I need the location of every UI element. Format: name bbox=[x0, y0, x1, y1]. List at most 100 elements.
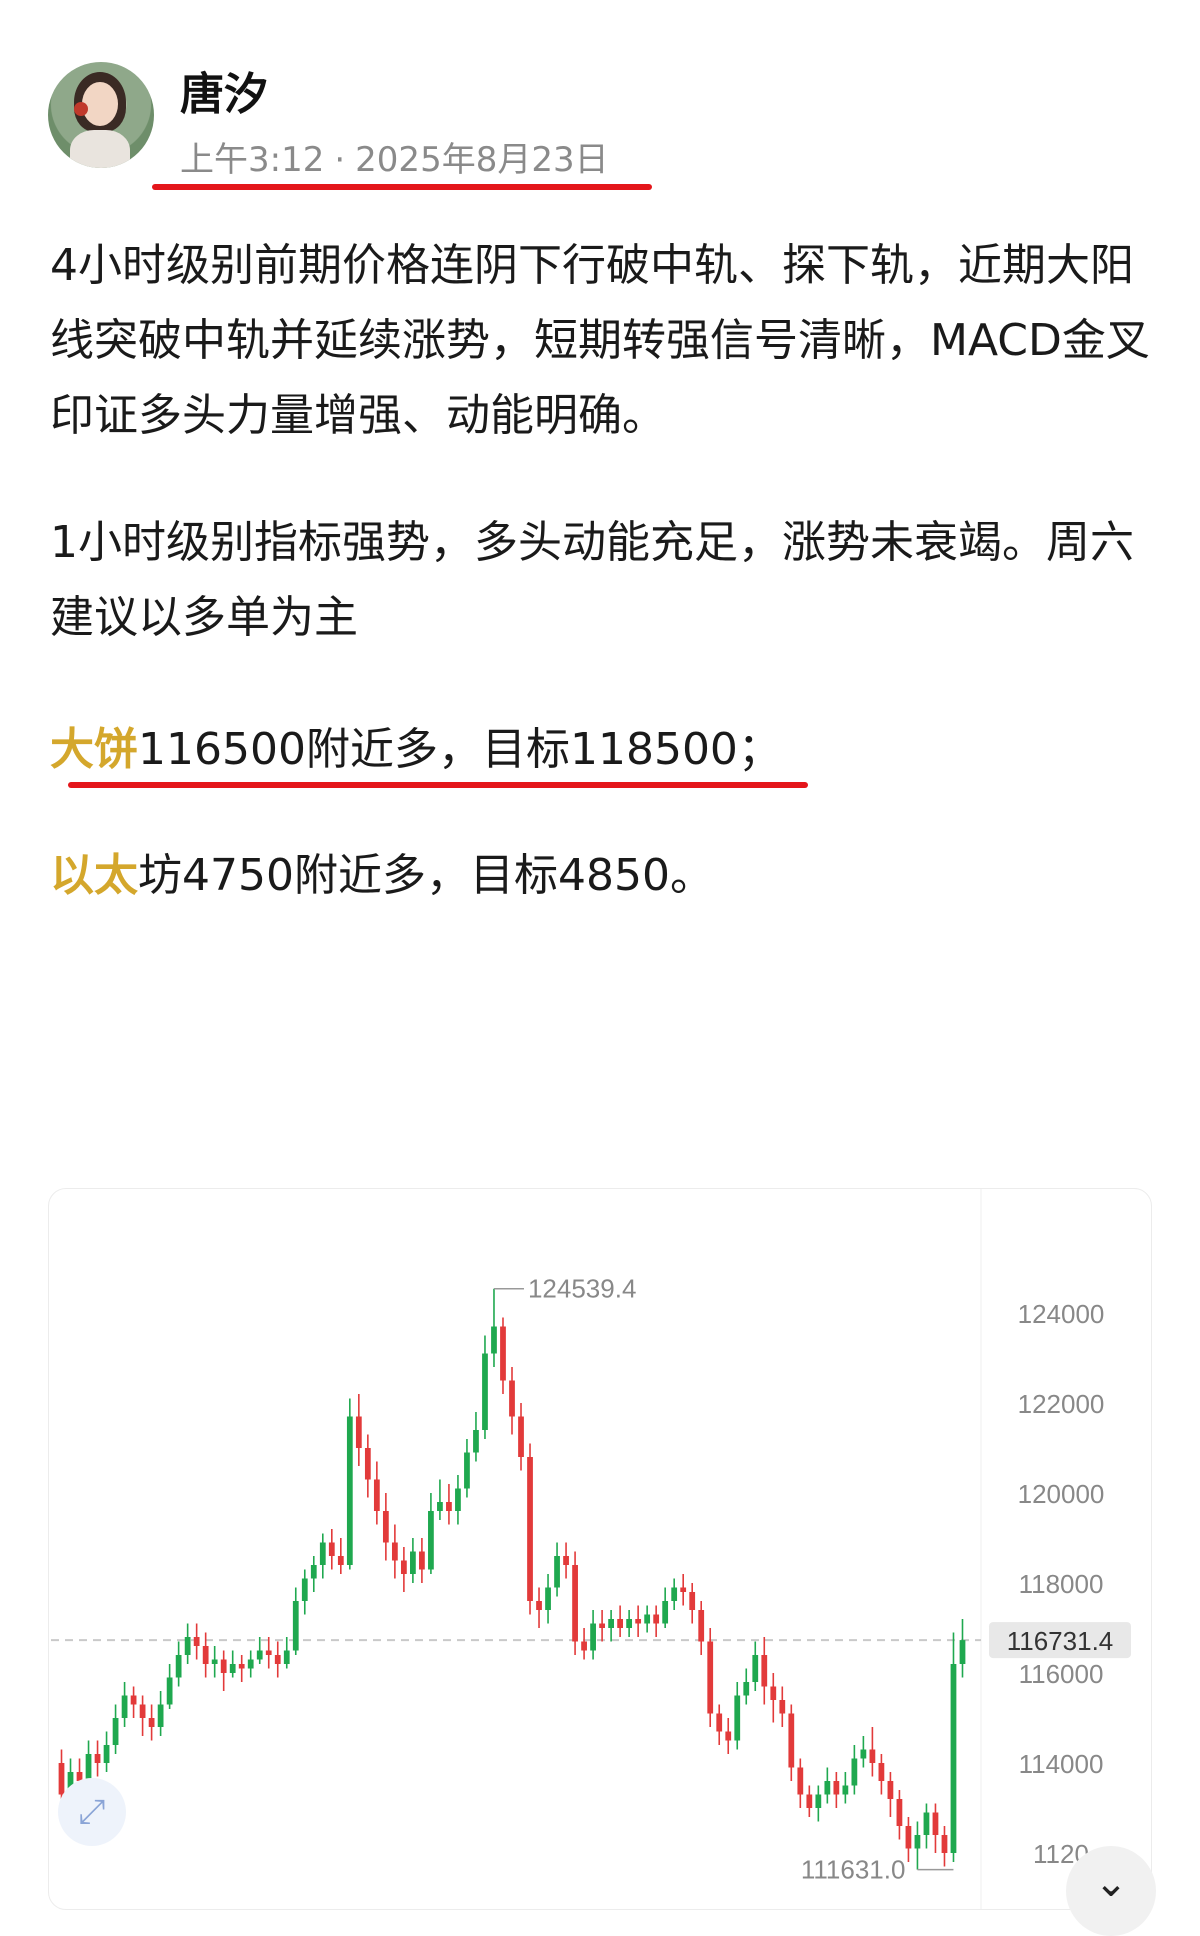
candle-body bbox=[428, 1511, 434, 1570]
author-avatar[interactable] bbox=[48, 62, 154, 168]
candle-body bbox=[355, 1416, 362, 1448]
candle-body bbox=[130, 1695, 137, 1705]
candle-body bbox=[617, 1619, 624, 1628]
candle-body bbox=[301, 1578, 308, 1601]
candle-body bbox=[85, 1754, 92, 1781]
candle-body bbox=[139, 1704, 146, 1718]
candle-body bbox=[896, 1799, 903, 1826]
y-tick-label: 116000 bbox=[1019, 1659, 1104, 1689]
candle-body bbox=[842, 1785, 849, 1795]
candle-body bbox=[157, 1704, 164, 1727]
candle-body bbox=[346, 1416, 353, 1565]
candle-body bbox=[572, 1565, 578, 1642]
candle-body bbox=[220, 1659, 227, 1673]
candle-body bbox=[382, 1511, 389, 1543]
analysis-paragraph-1: 4小时级别前期价格连阴下行破中轨、探下轨，近期大阳线突破中轨并延续涨势，短期转强… bbox=[50, 240, 1150, 441]
candle-body bbox=[112, 1718, 119, 1745]
candle-body bbox=[509, 1380, 515, 1417]
candle-body bbox=[725, 1731, 732, 1741]
candle-body bbox=[770, 1686, 777, 1700]
post-date: 2025年8月23日 bbox=[355, 140, 609, 180]
post-timestamp: 上午3:12 · 2025年8月23日 bbox=[180, 132, 609, 181]
candle-body bbox=[806, 1794, 813, 1808]
candle-body bbox=[743, 1682, 750, 1696]
y-tick-label: 118000 bbox=[1019, 1569, 1104, 1599]
candle-body bbox=[779, 1700, 786, 1714]
candle-body bbox=[734, 1695, 741, 1741]
candle-body bbox=[491, 1326, 497, 1354]
low-price-label: 111631.0 bbox=[801, 1855, 906, 1885]
expand-icon[interactable]: ⤢ bbox=[58, 1778, 126, 1846]
candle-body bbox=[500, 1326, 506, 1381]
candle-body bbox=[283, 1650, 290, 1664]
candle-body bbox=[211, 1659, 218, 1664]
candle-body bbox=[914, 1835, 921, 1849]
candle-body bbox=[58, 1763, 65, 1795]
candle-body bbox=[662, 1601, 669, 1624]
post-time: 上午3:12 bbox=[180, 140, 325, 180]
candle-body bbox=[707, 1641, 714, 1714]
candle-body bbox=[698, 1610, 705, 1642]
high-price-label: 124539.4 bbox=[528, 1274, 636, 1304]
candle-body bbox=[788, 1713, 795, 1768]
candle-body bbox=[166, 1677, 173, 1705]
candle-body bbox=[419, 1551, 425, 1570]
candle-body bbox=[455, 1488, 461, 1511]
candle-body bbox=[175, 1655, 182, 1678]
candle-body bbox=[94, 1754, 101, 1763]
candle-body bbox=[833, 1781, 840, 1795]
candle-body bbox=[824, 1781, 831, 1795]
candle-body bbox=[797, 1767, 804, 1795]
candle-body bbox=[932, 1812, 939, 1835]
price-chart: 1240001220001200001180001160001140001120… bbox=[51, 1189, 1131, 1909]
candle-body bbox=[328, 1542, 335, 1556]
btc-trade-line: 大饼116500附近多，目标118500； bbox=[50, 712, 1160, 787]
candle-body bbox=[590, 1623, 596, 1651]
candle-body bbox=[202, 1646, 209, 1664]
candle-body bbox=[626, 1619, 633, 1628]
candle-body bbox=[680, 1587, 687, 1592]
y-tick-label: 124000 bbox=[1018, 1299, 1105, 1329]
candle-body bbox=[364, 1448, 371, 1480]
candle-body bbox=[545, 1587, 551, 1610]
candle-body bbox=[536, 1601, 542, 1610]
candle-body bbox=[446, 1502, 452, 1511]
current-price-label: 116731.4 bbox=[1007, 1626, 1114, 1656]
candle-body bbox=[608, 1619, 614, 1628]
candle-body bbox=[265, 1650, 272, 1655]
candle-body bbox=[959, 1640, 966, 1664]
timestamp-underline bbox=[152, 184, 652, 190]
candle-body bbox=[644, 1614, 651, 1624]
author-name[interactable]: 唐汐 bbox=[180, 58, 268, 122]
candle-body bbox=[247, 1659, 254, 1669]
candle-body bbox=[878, 1763, 885, 1781]
candle-body bbox=[337, 1556, 344, 1565]
candle-body bbox=[437, 1502, 443, 1511]
candle-body bbox=[815, 1794, 822, 1808]
candle-body bbox=[256, 1650, 263, 1660]
eth-coin-label: 以太 bbox=[50, 850, 138, 901]
candle-body bbox=[121, 1695, 128, 1718]
eth-trade-line: 以太坊4750附近多，目标4850。 bbox=[50, 838, 1160, 913]
candle-body bbox=[581, 1641, 587, 1651]
candle-body bbox=[563, 1556, 569, 1565]
candle-body bbox=[950, 1664, 957, 1853]
analysis-paragraph-2: 1小时级别指标强势，多头动能充足，涨势未衰竭。周六建议以多单为主 bbox=[50, 517, 1134, 643]
candle-body bbox=[238, 1664, 245, 1669]
candle-body bbox=[193, 1637, 200, 1646]
candle-body bbox=[905, 1826, 912, 1849]
candle-body bbox=[464, 1452, 470, 1489]
candle-body bbox=[689, 1592, 696, 1610]
candle-body bbox=[229, 1664, 236, 1673]
candle-body bbox=[599, 1623, 605, 1628]
candle-body bbox=[518, 1416, 524, 1457]
candle-body bbox=[473, 1430, 479, 1453]
candle-body bbox=[527, 1457, 533, 1601]
candle-body bbox=[761, 1655, 768, 1687]
scroll-down-icon[interactable]: ⌄ bbox=[1066, 1846, 1156, 1936]
separator-dot: · bbox=[334, 140, 346, 180]
y-tick-label: 114000 bbox=[1019, 1749, 1104, 1779]
y-tick-label: 120000 bbox=[1018, 1479, 1105, 1509]
candle-body bbox=[184, 1637, 191, 1655]
candle-body bbox=[292, 1601, 299, 1651]
